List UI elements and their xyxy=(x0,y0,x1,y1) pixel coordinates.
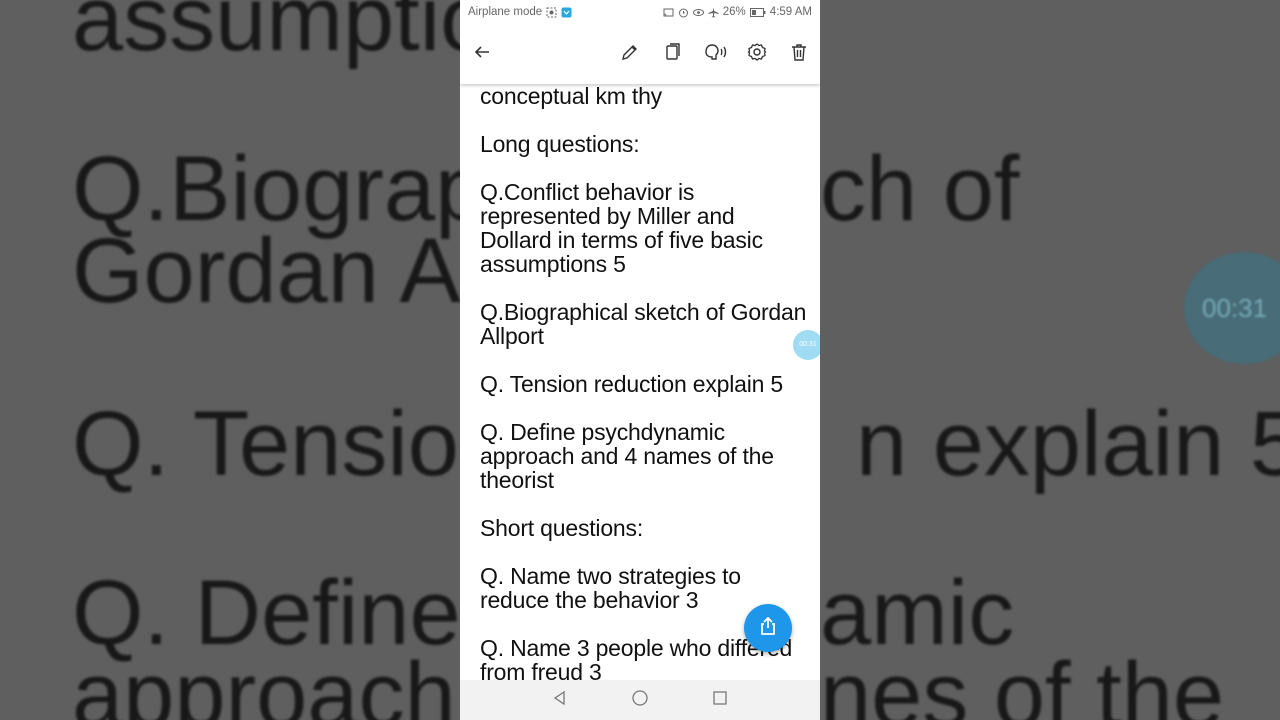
nav-recents-button[interactable] xyxy=(710,690,730,710)
share-icon xyxy=(757,615,779,642)
read-aloud-button[interactable] xyxy=(702,42,730,66)
battery-percent: 26% xyxy=(722,6,746,18)
background-line-right: ch of xyxy=(820,138,1020,240)
gear-icon xyxy=(747,42,767,67)
background-line-right: nes of the xyxy=(820,644,1225,720)
note-toolbar xyxy=(460,24,820,84)
airplane-icon xyxy=(708,7,719,18)
nav-back-button[interactable] xyxy=(550,690,570,710)
airplane-mode-label: Airplane mode xyxy=(468,6,543,18)
background-line: Q. Tension xyxy=(72,393,511,495)
square-recents-icon xyxy=(712,690,728,711)
nav-home-button[interactable] xyxy=(630,689,650,712)
note-paragraph: Q. Define psychdynamic approach and 4 na… xyxy=(480,419,774,493)
background-line: Gordan All xyxy=(72,220,502,322)
edit-button[interactable] xyxy=(618,42,642,66)
trash-icon xyxy=(789,42,809,67)
back-arrow-icon xyxy=(473,43,491,66)
phone-screen: Airplane mode 26% 4:59 AM conceptual km … xyxy=(460,0,820,720)
cast-icon xyxy=(663,7,674,18)
copy-icon xyxy=(662,42,682,67)
note-paragraph: conceptual km thy xyxy=(480,83,662,109)
system-nav-bar xyxy=(460,680,820,720)
copy-button[interactable] xyxy=(660,42,684,66)
screen-record-icon xyxy=(546,7,557,18)
pencil-icon xyxy=(620,42,640,67)
battery-icon xyxy=(749,7,766,18)
circle-home-icon xyxy=(631,689,649,712)
note-paragraph: Q. Tension reduction explain 5 xyxy=(480,371,783,397)
background-line: assumptio xyxy=(72,0,492,70)
speaker-icon xyxy=(703,42,729,67)
back-button[interactable] xyxy=(470,42,494,66)
alarm-icon xyxy=(678,7,689,18)
screen-record-timer[interactable]: 00:31 xyxy=(793,330,820,360)
clock: 4:59 AM xyxy=(769,6,812,18)
eye-comfort-icon xyxy=(692,7,704,18)
background-line-right: amic xyxy=(820,562,1015,664)
note-paragraph: Q.Conflict behavior is represented by Mi… xyxy=(480,179,763,277)
app-notification-icon xyxy=(561,7,572,18)
background-timer: 00:31 xyxy=(1184,252,1280,364)
share-button[interactable] xyxy=(744,604,792,652)
settings-button[interactable] xyxy=(745,42,769,66)
note-content[interactable]: conceptual km thy Long questions: Q.Conf… xyxy=(480,70,810,680)
triangle-back-icon xyxy=(552,690,568,711)
delete-button[interactable] xyxy=(787,42,811,66)
note-paragraph: Long questions: xyxy=(480,131,640,157)
note-paragraph: Q.Biographical sketch of Gordan Allport xyxy=(480,299,807,349)
note-paragraph: Short questions: xyxy=(480,515,644,541)
background-line-right: n explain 5 xyxy=(856,393,1280,495)
status-bar: Airplane mode 26% 4:59 AM xyxy=(460,0,820,24)
